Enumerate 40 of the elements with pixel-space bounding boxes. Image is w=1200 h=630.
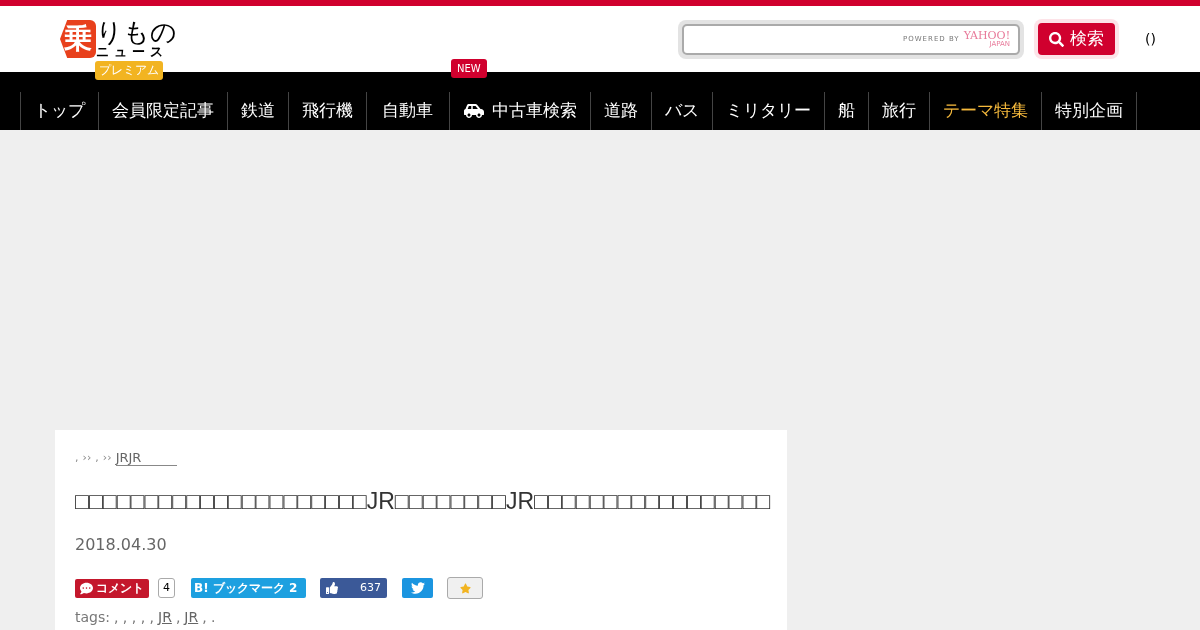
article-date: 2018.04.30	[75, 534, 168, 556]
breadcrumb-link[interactable]: JRJR	[115, 450, 178, 466]
nav-link[interactable]: 会員限定記事	[112, 98, 214, 124]
breadcrumb-separator: ››	[102, 449, 112, 466]
nav-link[interactable]: トップ	[34, 98, 85, 124]
new-badge: NEW	[451, 59, 487, 78]
tweet-button[interactable]	[402, 578, 433, 598]
nav-link[interactable]: 特別企画	[1055, 98, 1123, 124]
nav-link[interactable]: 鉄道	[241, 98, 275, 124]
tags-label: tags:	[75, 608, 110, 626]
star-icon	[459, 582, 471, 594]
tag-link[interactable]: JR	[184, 608, 199, 626]
tag-separator: , .	[202, 608, 216, 626]
nav-link[interactable]: ミリタリー	[726, 98, 811, 124]
nav-link[interactable]: テーマ特集	[943, 98, 1028, 124]
article-title: □□□□□□□□□□□□□□□□□□□□□JR□□□□□□□□JR□□□□□□□□□□□□□□□□□	[75, 487, 771, 516]
comment-button[interactable]: コメント	[75, 578, 149, 598]
thumbs-up-icon	[326, 582, 338, 594]
nav-link[interactable]: 道路	[604, 98, 638, 124]
like-button[interactable]: 637	[320, 578, 387, 598]
nav-link[interactable]: 旅行	[882, 98, 916, 124]
favorite-button[interactable]	[447, 577, 483, 599]
nav-link[interactable]: バス	[665, 98, 699, 124]
bird-icon	[410, 581, 425, 595]
account-link[interactable]: ()	[1145, 28, 1156, 50]
speech-bubble-icon	[80, 581, 93, 595]
tag-separator: ,	[175, 608, 181, 626]
nav-link[interactable]: 自動車	[382, 98, 433, 124]
comment-count: 4	[158, 578, 175, 598]
breadcrumb-separator: ,	[75, 449, 79, 466]
nav-link[interactable]: 飛行機	[302, 98, 353, 124]
tag-link[interactable]: JR	[158, 608, 172, 626]
breadcrumb-separator: ››	[82, 449, 92, 466]
nav-link[interactable]: 中古車検索	[463, 98, 577, 124]
nav-link[interactable]: 船	[838, 98, 855, 124]
search-icon	[1049, 31, 1065, 47]
tag-separator: , , , , ,	[113, 608, 155, 626]
search-button[interactable]: 検索	[1038, 23, 1116, 55]
breadcrumb-separator: ,	[95, 449, 99, 466]
premium-badge: プレミアム	[95, 61, 163, 80]
